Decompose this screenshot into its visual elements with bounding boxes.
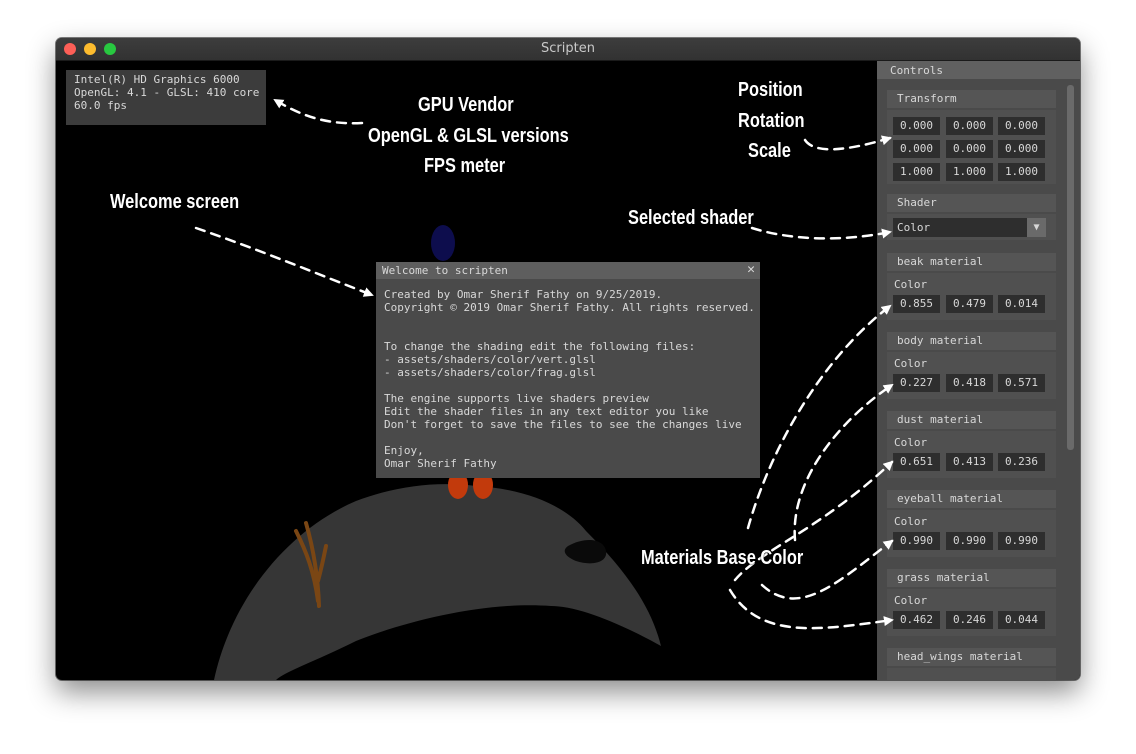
beak-material-header[interactable]: beak material [887, 253, 1056, 271]
close-icon[interactable]: ✕ [747, 262, 755, 277]
dust-color-label: Color [894, 436, 928, 449]
gl-version-text: OpenGL: 4.1 - GLSL: 410 core [74, 86, 260, 99]
grass-color-r-field[interactable]: 0.462 [893, 611, 940, 629]
body-material-header[interactable]: body material [887, 332, 1056, 350]
dust-color-r-field[interactable]: 0.651 [893, 453, 940, 471]
welcome-line: Copyright © 2019 Omar Sherif Fathy. All … [384, 301, 755, 314]
fps-text: 60.0 fps [74, 99, 127, 112]
annotation-welcome-screen: Welcome screen [110, 191, 240, 213]
beak-color-b-field[interactable]: 0.014 [998, 295, 1045, 313]
beak-color-g-field[interactable]: 0.479 [946, 295, 993, 313]
dust-color-g-field[interactable]: 0.413 [946, 453, 993, 471]
eyeball-color-g-field[interactable]: 0.990 [946, 532, 993, 550]
welcome-dialog-header[interactable]: Welcome to scripten ✕ [376, 262, 760, 279]
eyeball-material-header[interactable]: eyeball material [887, 490, 1056, 508]
eyeball-color-label: Color [894, 515, 928, 528]
window-title: Scripten [541, 41, 595, 56]
annotation-gpu-vendor: GPU Vendor [418, 94, 514, 116]
welcome-line [384, 379, 755, 392]
beak-color-r-field[interactable]: 0.855 [893, 295, 940, 313]
grass-color-label: Color [894, 594, 928, 607]
position-x-field[interactable]: 0.000 [893, 117, 940, 135]
rotation-y-field[interactable]: 0.000 [946, 140, 993, 158]
eyeball-material-label: eyeball material [897, 492, 1003, 505]
title-bar[interactable]: Scripten [56, 38, 1080, 61]
transform-label: Transform [897, 92, 957, 105]
grass-color-b-field[interactable]: 0.044 [998, 611, 1045, 629]
grass-material-header[interactable]: grass material [887, 569, 1056, 587]
welcome-line: - assets/shaders/color/vert.glsl [384, 353, 596, 366]
dropdown-arrow-icon[interactable]: ▼ [1027, 218, 1046, 237]
body-color-label: Color [894, 357, 928, 370]
body-color-r-field[interactable]: 0.227 [893, 374, 940, 392]
rotation-x-field[interactable]: 0.000 [893, 140, 940, 158]
body-color-b-field[interactable]: 0.571 [998, 374, 1045, 392]
welcome-line: The engine supports live shaders preview [384, 392, 649, 405]
welcome-line: Created by Omar Sherif Fathy on 9/25/201… [384, 288, 663, 301]
render-viewport[interactable]: Intel(R) HD Graphics 6000 OpenGL: 4.1 - … [56, 61, 1080, 680]
welcome-line [384, 327, 755, 340]
shader-label: Shader [897, 196, 937, 209]
head-shape [431, 225, 455, 261]
position-y-field[interactable]: 0.000 [946, 117, 993, 135]
dust-material-label: dust material [897, 413, 984, 426]
welcome-dialog-title: Welcome to scripten [382, 264, 508, 277]
welcome-line: Omar Sherif Fathy [384, 457, 497, 470]
welcome-line [384, 431, 755, 444]
rock-shape [214, 484, 661, 680]
annotation-fps-meter: FPS meter [424, 155, 506, 177]
beak-material-label: beak material [897, 255, 984, 268]
annotation-materials-base-color: Materials Base Color [641, 547, 804, 569]
scale-x-field[interactable]: 1.000 [893, 163, 940, 181]
controls-panel-header[interactable]: Controls [877, 61, 1080, 79]
controls-title: Controls [890, 64, 943, 77]
transform-header[interactable]: Transform [887, 90, 1056, 108]
welcome-line: Edit the shader files in any text editor… [384, 405, 709, 418]
annotation-rotation: Rotation [738, 110, 805, 132]
grass-color-g-field[interactable]: 0.246 [946, 611, 993, 629]
welcome-line: Don't forget to save the files to see th… [384, 418, 742, 431]
gpu-info-overlay: Intel(R) HD Graphics 6000 OpenGL: 4.1 - … [66, 70, 266, 125]
controls-scrollbar[interactable] [1067, 85, 1074, 450]
controls-panel: Controls Transform 0.000 0.000 0.000 0.0… [877, 61, 1080, 680]
head-wings-material-section [887, 668, 1056, 680]
dust-material-header[interactable]: dust material [887, 411, 1056, 429]
annotation-position: Position [738, 79, 803, 101]
welcome-dialog: Welcome to scripten ✕ Created by Omar Sh… [376, 262, 760, 478]
welcome-line: To change the shading edit the following… [384, 340, 696, 353]
head-wings-material-header[interactable]: head_wings material [887, 648, 1056, 666]
body-material-label: body material [897, 334, 984, 347]
eyeball-color-b-field[interactable]: 0.990 [998, 532, 1045, 550]
annotation-gl-versions: OpenGL & GLSL versions [368, 125, 569, 147]
scale-y-field[interactable]: 1.000 [946, 163, 993, 181]
annotation-scale: Scale [748, 140, 791, 162]
welcome-line [384, 314, 755, 327]
shader-selected-value: Color [897, 221, 931, 234]
dust-color-b-field[interactable]: 0.236 [998, 453, 1045, 471]
body-color-g-field[interactable]: 0.418 [946, 374, 993, 392]
rotation-z-field[interactable]: 0.000 [998, 140, 1045, 158]
shader-select[interactable]: Color ▼ [893, 218, 1046, 237]
welcome-line: - assets/shaders/color/frag.glsl [384, 366, 596, 379]
head-wings-material-label: head_wings material [897, 650, 1023, 663]
grass-material-label: grass material [897, 571, 990, 584]
eyeball-color-r-field[interactable]: 0.990 [893, 532, 940, 550]
scale-z-field[interactable]: 1.000 [998, 163, 1045, 181]
shader-header[interactable]: Shader [887, 194, 1056, 212]
position-z-field[interactable]: 0.000 [998, 117, 1045, 135]
beak-color-label: Color [894, 278, 928, 291]
welcome-dialog-body: Created by Omar Sherif Fathy on 9/25/201… [384, 288, 755, 470]
annotation-selected-shader: Selected shader [628, 207, 754, 229]
gpu-vendor-text: Intel(R) HD Graphics 6000 [74, 73, 240, 86]
welcome-line: Enjoy, [384, 444, 424, 457]
